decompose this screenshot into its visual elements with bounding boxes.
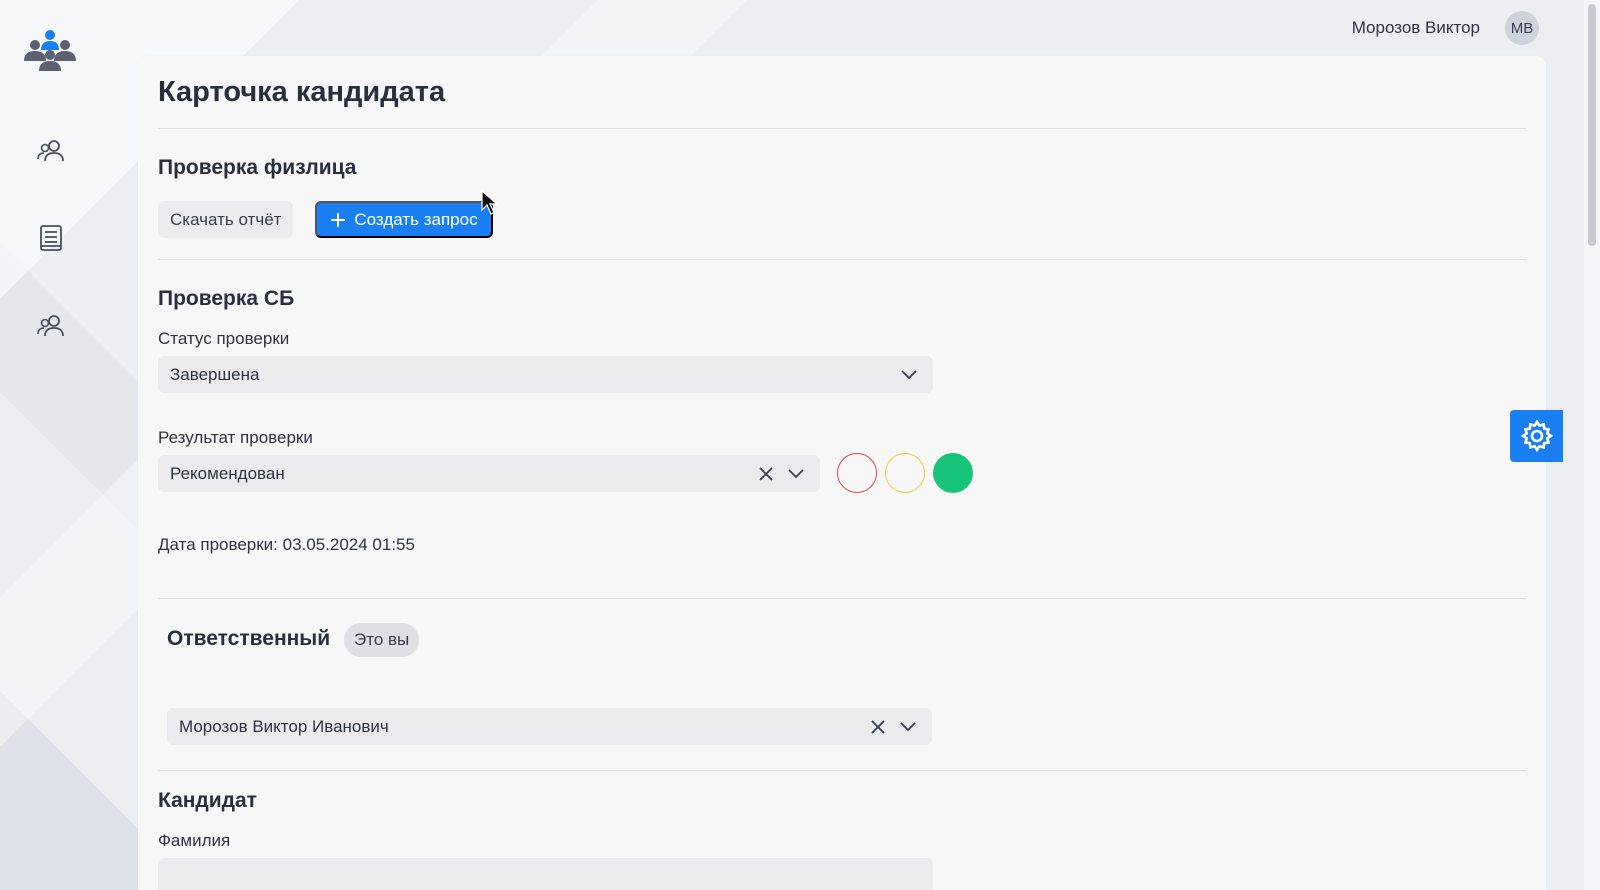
section-title-responsible: Ответственный <box>167 627 331 650</box>
surname-label: Фамилия <box>158 831 231 850</box>
sidebar-item-candidates[interactable] <box>37 137 65 165</box>
settings-button[interactable] <box>1510 410 1563 462</box>
clear-icon[interactable] <box>754 462 778 486</box>
chevron-down-icon[interactable] <box>784 462 808 486</box>
responsible-select[interactable]: Морозов Виктор Иванович <box>167 708 932 745</box>
clear-icon[interactable] <box>866 715 890 739</box>
divider <box>158 598 1526 599</box>
check-date: Дата проверки: 03.05.2024 01:55 <box>158 535 415 554</box>
chevron-down-icon[interactable] <box>897 363 921 387</box>
scrollbar[interactable] <box>1584 0 1600 890</box>
section-title-security-check: Проверка СБ <box>158 287 295 310</box>
section-title-individual-check: Проверка физлица <box>158 156 357 179</box>
users-icon <box>37 315 64 337</box>
plus-icon <box>331 212 346 227</box>
app-logo[interactable] <box>22 28 78 72</box>
surname-input[interactable] <box>158 858 933 890</box>
divider <box>158 770 1526 771</box>
download-report-button[interactable]: Скачать отчёт <box>158 201 294 238</box>
status-badge: Это вы <box>344 623 420 657</box>
header-user-name[interactable]: Морозов Виктор <box>1352 18 1480 38</box>
users-icon <box>37 140 64 162</box>
mouse-cursor-icon <box>481 190 499 215</box>
result-label: Результат проверки <box>158 428 313 447</box>
scrollbar-thumb[interactable] <box>1588 4 1596 246</box>
responsible-value: Морозов Виктор Иванович <box>179 716 389 736</box>
document-icon <box>40 225 62 251</box>
indicator-green[interactable] <box>933 453 973 493</box>
sidebar-item-documents[interactable] <box>37 224 65 252</box>
indicator-red[interactable] <box>837 453 877 493</box>
sidebar-item-employees[interactable] <box>37 312 65 340</box>
status-label: Статус проверки <box>158 329 290 348</box>
avatar[interactable]: МВ <box>1505 11 1539 45</box>
create-request-label: Создать запрос <box>354 209 478 229</box>
status-select[interactable]: Завершена <box>158 356 933 393</box>
divider <box>158 128 1526 129</box>
status-value: Завершена <box>170 364 260 384</box>
divider <box>158 259 1526 260</box>
chevron-down-icon[interactable] <box>896 715 920 739</box>
page-title: Карточка кандидата <box>158 76 446 108</box>
section-title-candidate: Кандидат <box>158 789 257 812</box>
result-value: Рекомендован <box>170 463 285 483</box>
candidate-card: Карточка кандидата Проверка физлица Скач… <box>138 56 1546 890</box>
create-request-button[interactable]: Создать запрос <box>315 201 493 238</box>
indicator-yellow[interactable] <box>885 453 925 493</box>
result-select[interactable]: Рекомендован <box>158 455 820 492</box>
gear-icon <box>1520 419 1553 453</box>
